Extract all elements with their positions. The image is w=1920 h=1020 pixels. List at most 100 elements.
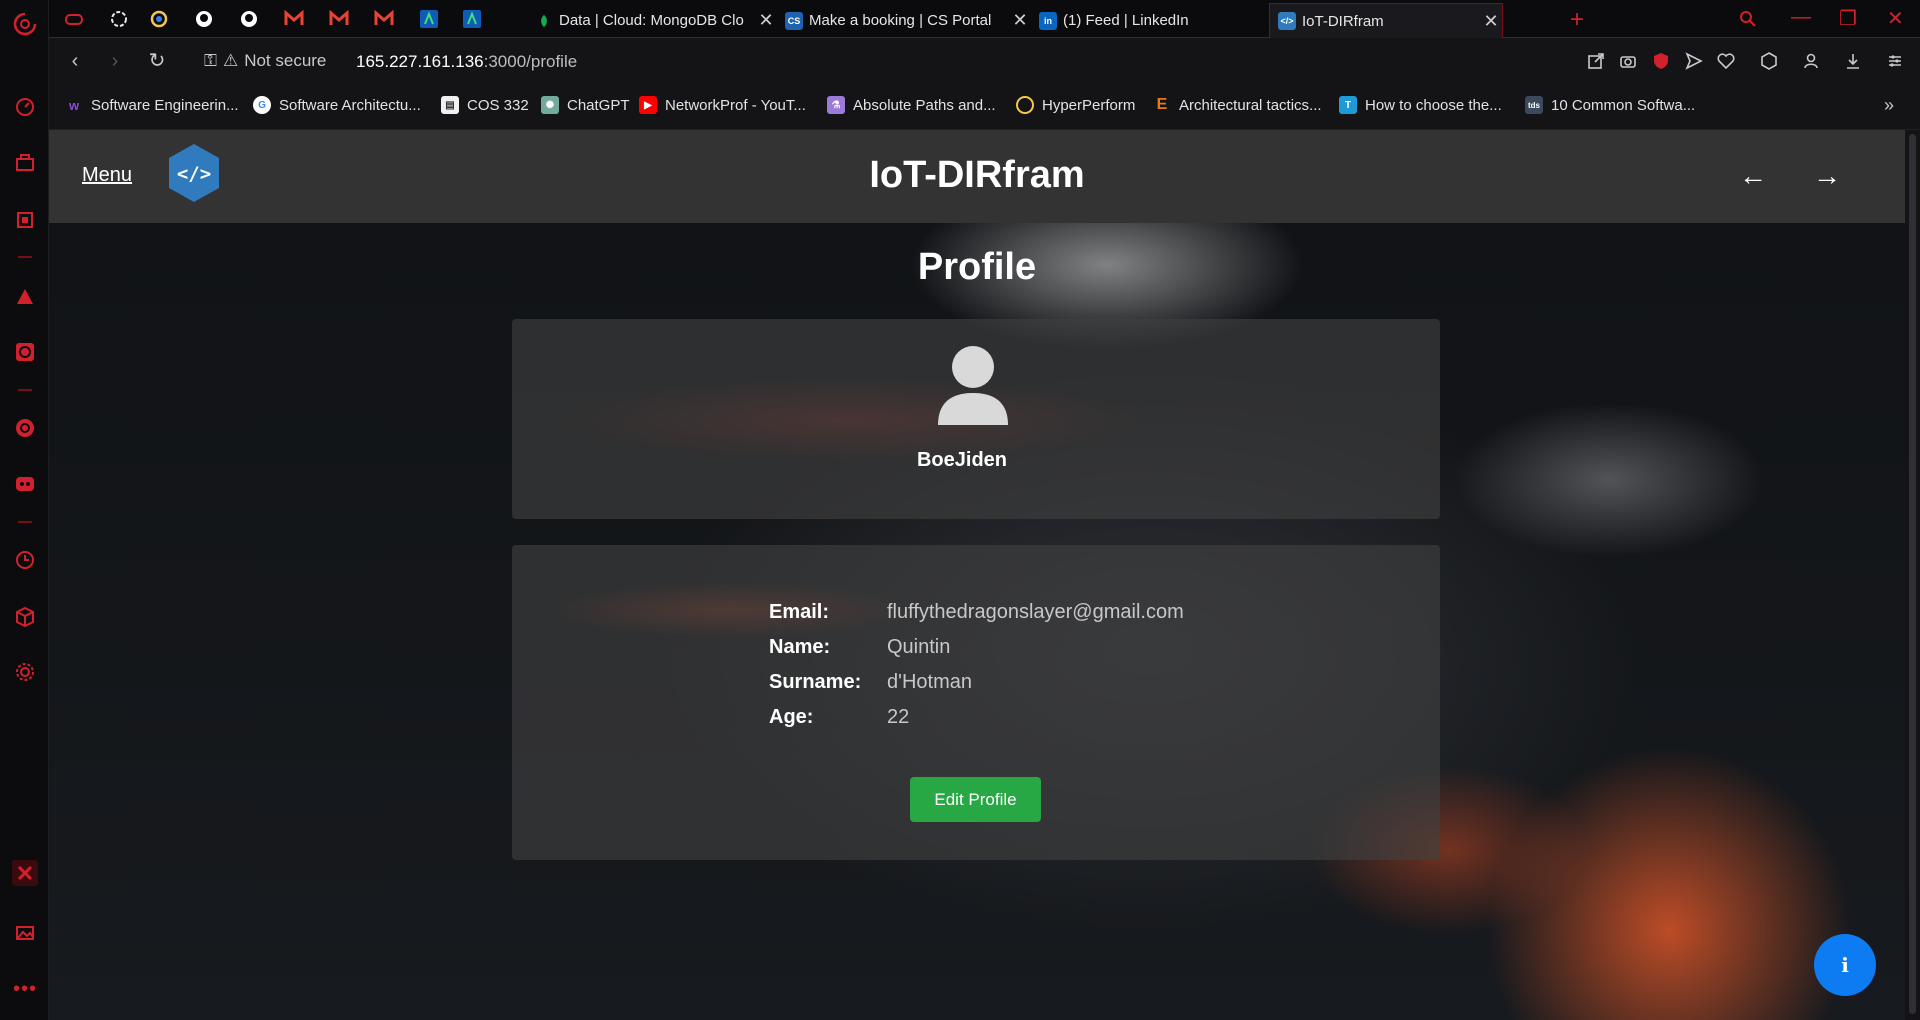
minimize-button[interactable]: — — [1791, 6, 1811, 29]
bookmark-item[interactable]: tds 10 Common Softwa... — [1525, 96, 1695, 114]
warning-icon: ⚠ — [222, 51, 239, 70]
tab-search-icon[interactable] — [1737, 8, 1759, 30]
bookmark-item[interactable]: G Software Architectu... — [253, 96, 421, 114]
tab-cs-portal[interactable]: CS Make a booking | CS Portal ✕ — [777, 3, 1031, 38]
tab-title: Data | Cloud: MongoDB Clo — [559, 12, 744, 29]
pinned-tab-github-icon[interactable] — [193, 8, 215, 30]
pinned-tab-gamepad-icon[interactable] — [63, 8, 85, 30]
pinned-tab-arrow-app-icon[interactable] — [418, 8, 440, 30]
easy-setup-icon[interactable] — [1884, 50, 1906, 72]
tab-title: (1) Feed | LinkedIn — [1063, 12, 1189, 29]
tab-linkedin[interactable]: in (1) Feed | LinkedIn ✕ — [1031, 3, 1285, 38]
tab-close-icon[interactable]: ✕ — [1009, 10, 1031, 31]
bookmark-label: How to choose the... — [1365, 96, 1502, 114]
info-button[interactable]: i — [1814, 934, 1876, 996]
history-icon[interactable] — [12, 547, 38, 573]
chatgpt-sidebar-icon[interactable] — [12, 339, 38, 365]
url-path: :3000/profile — [483, 52, 578, 71]
back-arrow-button[interactable]: ← — [1739, 160, 1767, 192]
pinned-tab-gmail-icon[interactable] — [283, 8, 305, 30]
security-label: Not secure — [244, 51, 327, 70]
edit-profile-button[interactable]: Edit Profile — [910, 777, 1041, 822]
pinned-tab-github-icon[interactable] — [238, 8, 260, 30]
tab-close-icon[interactable]: ✕ — [1480, 11, 1502, 32]
scrollbar-thumb[interactable] — [1909, 134, 1916, 1014]
bookmark-item[interactable]: T How to choose the... — [1339, 96, 1502, 114]
forward-arrow-button[interactable]: → — [1813, 160, 1841, 192]
aria-icon[interactable] — [12, 283, 38, 309]
bookmark-item[interactable]: ▤ COS 332 — [441, 96, 529, 114]
field-value: Quintin — [887, 636, 951, 658]
field-label: Name: — [769, 636, 831, 658]
profile-summary-card: BoeJiden — [512, 319, 1440, 519]
profile-field-surname: Surname: d'Hotman — [769, 671, 972, 694]
address-bar: ‹ › ↻ ⚿ ⚠ Not secure 165.227.161.136:300… — [49, 38, 1920, 84]
bookmark-item[interactable]: E Architectural tactics... — [1153, 96, 1322, 114]
cs-portal-icon: CS — [785, 11, 803, 30]
reload-button[interactable]: ↻ — [145, 49, 169, 73]
flask-icon: ⚗ — [827, 96, 845, 114]
new-tab-button[interactable]: + — [1570, 6, 1584, 34]
download-icon[interactable] — [1842, 50, 1864, 72]
hyperperform-icon — [1016, 96, 1034, 114]
tab-strip: Data | Cloud: MongoDB Clo ✕ CS Make a bo… — [49, 0, 1920, 38]
url-field[interactable]: 165.227.161.136:3000/profile — [356, 52, 577, 72]
pinned-tab-hyperperform-icon[interactable] — [148, 8, 170, 30]
snapshot-camera-icon[interactable] — [1617, 50, 1639, 72]
site-security-indicator[interactable]: ⚿ ⚠ Not secure — [204, 51, 326, 71]
profile-field-age: Age: 22 — [769, 706, 909, 729]
user-avatar-icon — [938, 346, 1008, 425]
gx-mods-icon[interactable] — [12, 860, 38, 886]
extensions-icon[interactable] — [1758, 50, 1780, 72]
speed-dial-icon[interactable] — [12, 94, 38, 120]
discord-icon[interactable] — [12, 471, 38, 497]
pinned-tab-gmail-icon[interactable] — [373, 8, 395, 30]
gx-control-icon[interactable] — [12, 207, 38, 233]
heart-icon[interactable] — [1715, 50, 1737, 72]
forward-button[interactable]: › — [103, 49, 127, 73]
wallpaper-icon[interactable] — [12, 920, 38, 946]
bookmark-label: Absolute Paths and... — [853, 96, 996, 114]
field-value: fluffythedragonslayer@gmail.com — [887, 601, 1184, 623]
tab-iot-dirfram[interactable]: </> IoT-DIRfram ✕ — [1269, 3, 1503, 38]
bookmark-item[interactable]: w Software Engineerin... — [65, 96, 239, 114]
back-button[interactable]: ‹ — [63, 49, 87, 73]
purple-w-icon: w — [68, 97, 80, 113]
bookmark-item[interactable]: ▶ NetworkProf - YouT... — [639, 96, 806, 114]
settings-gear-icon[interactable] — [12, 659, 38, 685]
extensions-cube-icon[interactable] — [12, 604, 38, 630]
code-logo-icon: </> — [1278, 12, 1296, 30]
bookmark-item[interactable]: ⚗ Absolute Paths and... — [827, 96, 996, 114]
page-scrollbar[interactable] — [1905, 130, 1920, 1020]
bookmark-item[interactable]: ✺ ChatGPT — [541, 96, 630, 114]
sidebar-divider — [18, 256, 32, 258]
pinned-tab-arrow-app-icon[interactable] — [461, 8, 483, 30]
field-value: 22 — [887, 706, 910, 728]
field-value: d'Hotman — [887, 671, 972, 693]
google-icon: G — [253, 96, 271, 114]
ad-blocker-shield-icon[interactable] — [1650, 50, 1672, 72]
bookmarks-overflow-button[interactable]: » — [1884, 95, 1894, 116]
bookmark-label: ChatGPT — [567, 96, 630, 114]
tab-mongodb[interactable]: Data | Cloud: MongoDB Clo ✕ — [527, 3, 777, 38]
mongodb-leaf-icon — [535, 12, 553, 30]
sidebar-divider — [18, 521, 32, 523]
account-icon[interactable] — [1800, 50, 1822, 72]
tab-close-icon[interactable]: ✕ — [755, 10, 777, 31]
sidebar-more-icon[interactable]: ••• — [12, 979, 38, 999]
gx-corner-icon[interactable] — [12, 149, 38, 175]
pinned-tab-chatgpt-icon[interactable] — [108, 8, 130, 30]
pinned-tab-gmail-icon[interactable] — [328, 8, 350, 30]
key-icon: ⚿ — [204, 51, 217, 70]
whatsapp-icon[interactable] — [12, 415, 38, 441]
share-icon[interactable] — [1585, 50, 1607, 72]
close-window-button[interactable]: ✕ — [1887, 6, 1904, 31]
bookmark-item[interactable]: HyperPerform — [1016, 96, 1135, 114]
field-label: Email: — [769, 601, 830, 623]
sidebar-divider — [18, 389, 32, 391]
send-icon[interactable] — [1683, 50, 1705, 72]
opera-gx-logo-icon[interactable] — [12, 11, 38, 37]
bookmark-label: Software Architectu... — [279, 96, 421, 114]
maximize-button[interactable]: ❐ — [1839, 6, 1857, 31]
web-page: Menu </> IoT-DIRfram ← → Profile BoeJide… — [49, 130, 1905, 1020]
